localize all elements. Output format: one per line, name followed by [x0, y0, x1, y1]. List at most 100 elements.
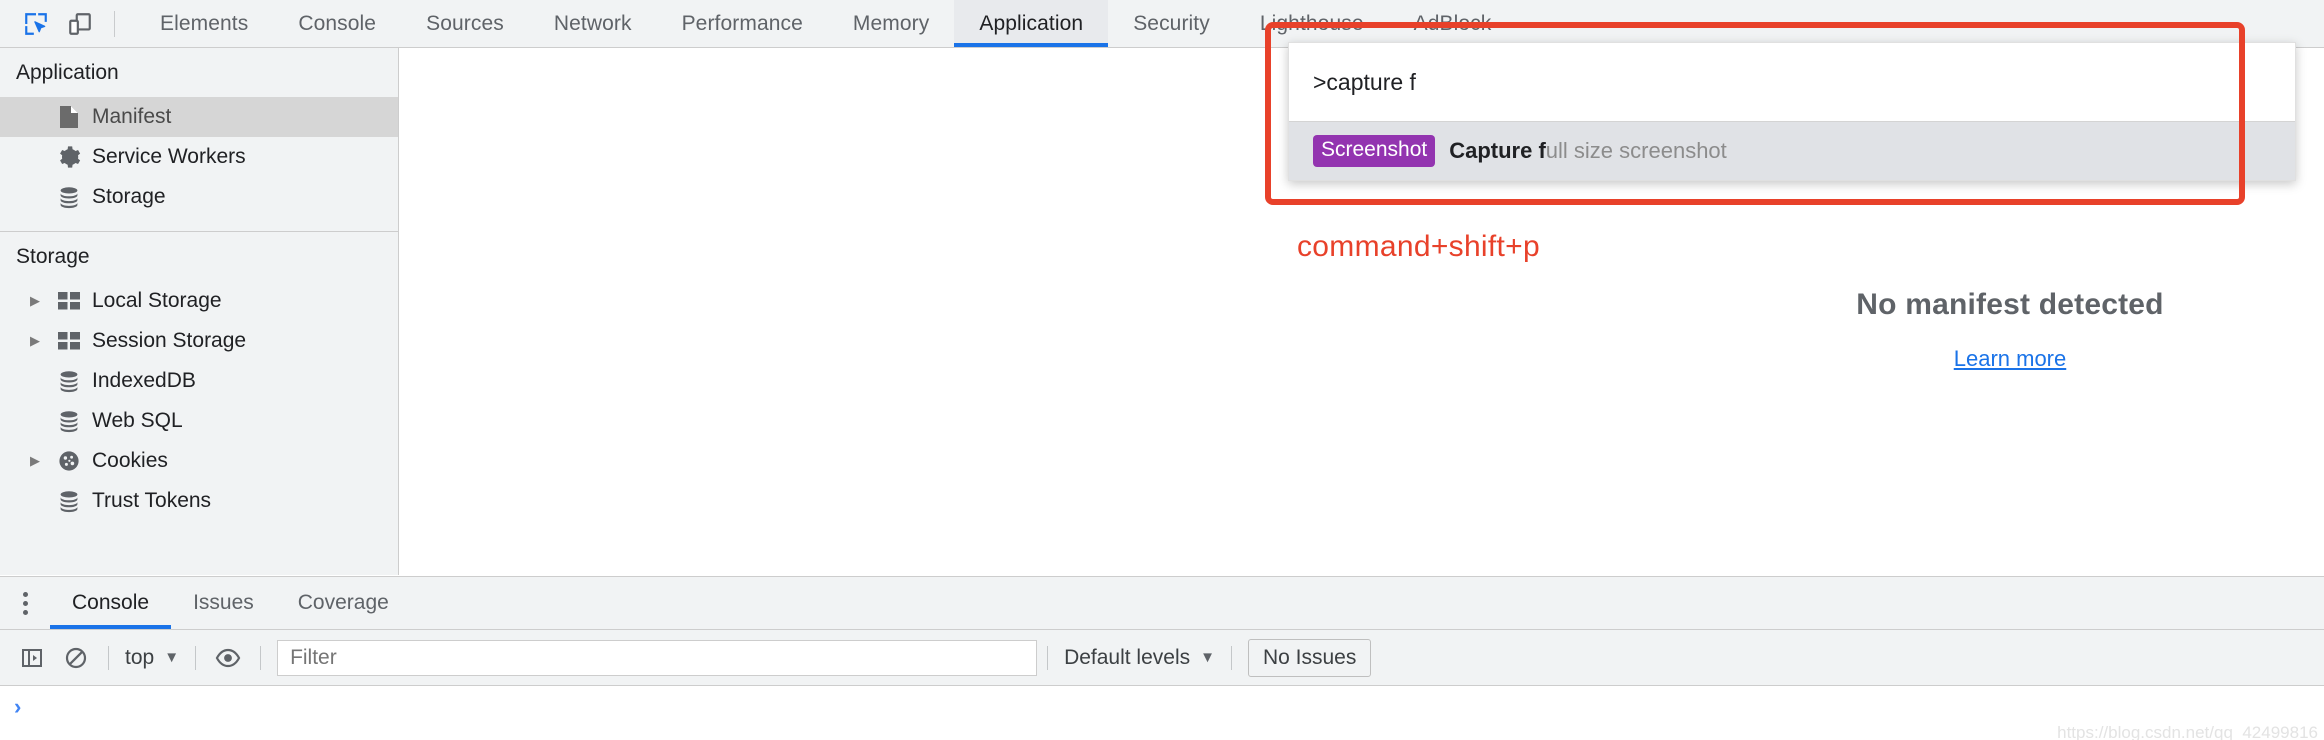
sidebar-item-indexeddb[interactable]: ▶IndexedDB — [0, 361, 398, 401]
sidebar-item-label: Local Storage — [92, 289, 222, 312]
drawer-tab-coverage[interactable]: Coverage — [276, 577, 411, 629]
page-title: No manifest detected — [1856, 288, 2164, 321]
execution-context-value: top — [125, 645, 155, 669]
console-output[interactable]: › https://blog.csdn.net/qq_42499816 — [0, 686, 2324, 740]
tab-label: Network — [553, 11, 632, 35]
sidebar-group-storage: Storage ▶Local Storage▶Session Storage▶I… — [0, 232, 398, 527]
sidebar-item-label: Cookies — [92, 449, 168, 472]
log-levels-selector[interactable]: Default levels ▼ — [1058, 646, 1221, 670]
gear-icon — [52, 145, 86, 169]
learn-more-link[interactable]: Learn more — [1954, 346, 2067, 372]
command-palette: Screenshot Capture full size screenshot — [1288, 42, 2296, 181]
sidebar-heading-storage: Storage — [0, 232, 398, 281]
chevron-down-icon-2: ▼ — [1200, 649, 1215, 666]
status-badge: Screenshot — [1313, 135, 1436, 167]
command-palette-input[interactable] — [1313, 68, 2271, 96]
devtools-window: Elements Console Sources Network Performance… — [0, 0, 2324, 740]
console-toolbar: top ▼ Default levels ▼ No Issues — [0, 630, 2324, 686]
toolbar-divider — [114, 10, 115, 37]
console-toolbar-divider-1 — [108, 645, 109, 670]
live-expression-icon[interactable] — [206, 638, 250, 678]
tab-label: Application — [979, 11, 1084, 35]
tab-performance[interactable]: Performance — [657, 0, 828, 47]
drawer-tab-console[interactable]: Console — [50, 577, 172, 629]
sidebar-item-label: Session Storage — [92, 329, 247, 352]
sidebar-item-label: Storage — [92, 185, 166, 208]
drawer-tab-label: Issues — [193, 591, 254, 614]
tab-lighthouse[interactable]: Lighthouse — [1235, 0, 1389, 47]
cookie-icon — [52, 449, 86, 473]
database-icon — [52, 489, 86, 513]
clear-console-icon[interactable] — [54, 638, 98, 678]
database-icon — [52, 369, 86, 393]
kebab-menu-icon[interactable] — [0, 577, 50, 629]
drawer-tab-bar: Console Issues Coverage — [0, 577, 2324, 630]
sidebar-item-cookies[interactable]: ▶ Cookies — [0, 441, 398, 481]
sidebar-item-trust-tokens[interactable]: ▶Trust Tokens — [0, 481, 398, 521]
sidebar-item-label: Service Workers — [92, 145, 246, 168]
tab-label: Memory — [852, 11, 930, 35]
tab-label: Sources — [426, 11, 504, 35]
command-palette-input-row — [1289, 43, 2295, 122]
tab-console[interactable]: Console — [273, 0, 401, 47]
sidebar-group-application: Application ▶Manifest▶Service Workers▶St… — [0, 48, 398, 223]
sidebar-item-web-sql[interactable]: ▶Web SQL — [0, 401, 398, 441]
no-issues-button[interactable]: No Issues — [1247, 638, 1372, 677]
expand-arrow-icon[interactable]: ▶ — [30, 453, 52, 469]
sidebar-item-label: Manifest — [92, 105, 172, 128]
tab-adblock[interactable]: AdBlock — [1389, 0, 1517, 47]
command-palette-result[interactable]: Screenshot Capture full size screenshot — [1289, 122, 2295, 180]
expand-arrow-icon[interactable]: ▶ — [30, 293, 52, 309]
console-filter-field[interactable] — [277, 639, 1038, 676]
sidebar-item-label: IndexedDB — [92, 369, 196, 392]
tab-label: Lighthouse — [1259, 11, 1364, 35]
console-drawer: Console Issues Coverage top ▼ Filter Def… — [0, 576, 2324, 740]
tab-application[interactable]: Application — [954, 0, 1109, 47]
sidebar-item-manifest[interactable]: ▶Manifest — [0, 97, 398, 137]
console-toolbar-divider-5 — [1230, 645, 1232, 670]
sidebar-heading-application: Application — [0, 48, 398, 97]
panel-tabs: Elements Console Sources Network Performance… — [135, 0, 1516, 47]
drawer-tab-label: Coverage — [297, 591, 389, 614]
application-sidebar: Application ▶Manifest▶Service Workers▶St… — [0, 48, 399, 575]
drawer-tab-label: Console — [72, 591, 150, 614]
database-icon — [52, 409, 86, 433]
sidebar-item-service-workers[interactable]: ▶Service Workers — [0, 137, 398, 177]
tab-label: Console — [298, 11, 377, 35]
sidebar-item-storage[interactable]: ▶Storage — [0, 177, 398, 217]
drawer-tab-issues[interactable]: Issues — [171, 577, 276, 629]
command-result-rest: ull size screenshot — [1545, 138, 1727, 163]
expand-arrow-icon[interactable]: ▶ — [30, 333, 52, 349]
tab-label: Security — [1133, 11, 1210, 35]
device-toolbar-icon[interactable] — [58, 4, 102, 44]
command-result-match: Capture f — [1449, 138, 1546, 163]
sidebar-item-session-storage[interactable]: ▶ Session Storage — [0, 321, 398, 361]
console-filter-input[interactable] — [288, 644, 1027, 671]
devtools-tab-bar: Elements Console Sources Network Performance… — [0, 0, 2324, 48]
command-result-text: Capture full size screenshot — [1449, 138, 1727, 164]
tab-label: Elements — [160, 11, 249, 35]
console-toolbar-divider-4 — [1047, 645, 1049, 670]
inspect-element-icon[interactable] — [14, 4, 58, 44]
manifest-empty-state: No manifest detected Learn more — [1740, 288, 2280, 372]
tab-security[interactable]: Security — [1108, 0, 1235, 47]
console-toolbar-divider-2 — [195, 645, 197, 670]
execution-context-selector[interactable]: top ▼ — [119, 646, 185, 670]
table-icon — [52, 290, 86, 312]
tab-elements[interactable]: Elements — [135, 0, 273, 47]
sidebar-item-local-storage[interactable]: ▶ Local Storage — [0, 281, 398, 321]
database-icon — [52, 185, 86, 209]
log-levels-value: Default levels — [1064, 645, 1191, 669]
table-icon — [52, 330, 86, 352]
sidebar-item-label: Trust Tokens — [92, 489, 212, 512]
tab-sources[interactable]: Sources — [401, 0, 529, 47]
toolbar-icon-group — [0, 0, 127, 47]
watermark: https://blog.csdn.net/qq_42499816 — [2057, 723, 2318, 740]
tab-memory[interactable]: Memory — [828, 0, 954, 47]
command-palette-results: Screenshot Capture full size screenshot — [1289, 122, 2295, 180]
chevron-down-icon: ▼ — [164, 649, 180, 666]
tab-label: AdBlock — [1413, 11, 1492, 35]
show-console-sidebar-icon[interactable] — [10, 638, 54, 678]
tab-network[interactable]: Network — [529, 0, 657, 47]
manifest-file-icon — [52, 105, 86, 129]
